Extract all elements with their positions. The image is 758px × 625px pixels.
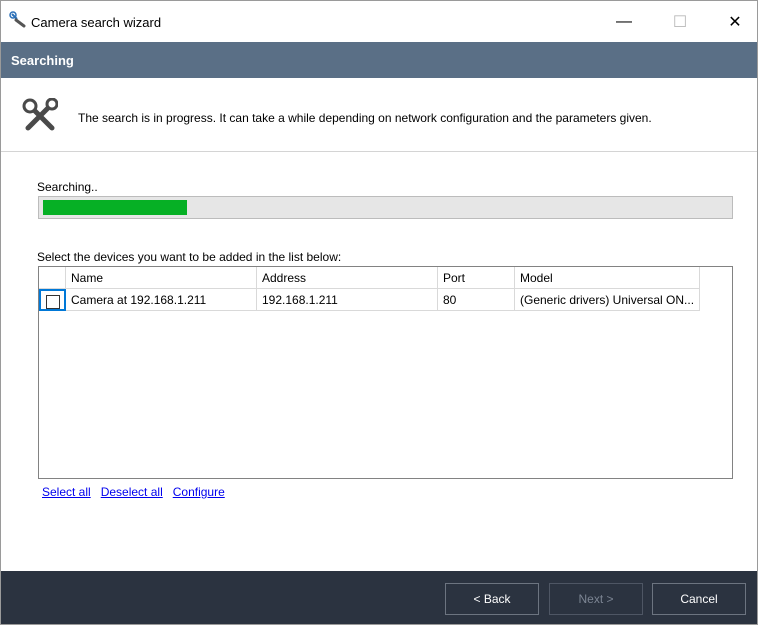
select-all-link[interactable]: Select all [42, 485, 91, 499]
header-checkbox-column [39, 267, 66, 289]
search-progress-bar [38, 196, 733, 219]
step-description-band: The search is in progress. It can take a… [1, 78, 757, 152]
progress-fill [43, 200, 187, 215]
table-row[interactable]: Camera at 192.168.1.211 192.168.1.211 80… [39, 289, 700, 311]
device-model[interactable]: (Generic drivers) Universal ON... [515, 289, 700, 311]
minimize-icon: — [616, 12, 632, 30]
column-header-model[interactable]: Model [515, 267, 700, 289]
tools-icon [22, 98, 58, 131]
device-port[interactable]: 80 [438, 289, 515, 311]
table-header: Name Address Port Model [39, 267, 700, 289]
row-checkbox-cell[interactable] [39, 289, 66, 311]
device-checkbox[interactable] [46, 295, 60, 309]
column-header-port[interactable]: Port [438, 267, 515, 289]
step-title: Searching [11, 53, 74, 68]
window-title: Camera search wizard [31, 15, 162, 30]
device-address[interactable]: 192.168.1.211 [257, 289, 438, 311]
search-status-label: Searching.. [37, 180, 98, 194]
minimize-button[interactable]: — [602, 1, 646, 42]
next-button[interactable]: Next > [549, 583, 643, 615]
maximize-icon: ☐ [672, 13, 688, 31]
camera-search-wizard-window: Camera search wizard — ☐ ✕ Searching The… [0, 0, 758, 625]
column-header-address[interactable]: Address [257, 267, 438, 289]
step-description: The search is in progress. It can take a… [78, 111, 652, 125]
wizard-footer: < Back Next > Cancel [1, 571, 757, 624]
wrench-icon [9, 11, 26, 28]
cancel-button[interactable]: Cancel [652, 583, 746, 615]
configure-link[interactable]: Configure [173, 485, 225, 499]
selection-links: Select all Deselect all Configure [42, 485, 235, 499]
back-button[interactable]: < Back [445, 583, 539, 615]
device-table: Name Address Port Model Camera at 192.16… [38, 266, 733, 479]
close-icon: ✕ [728, 13, 742, 31]
title-bar: Camera search wizard — ☐ ✕ [1, 1, 757, 42]
maximize-button[interactable]: ☐ [658, 1, 702, 42]
device-list-label: Select the devices you want to be added … [37, 250, 342, 264]
device-name[interactable]: Camera at 192.168.1.211 [66, 289, 257, 311]
deselect-all-link[interactable]: Deselect all [101, 485, 163, 499]
column-header-name[interactable]: Name [66, 267, 257, 289]
close-button[interactable]: ✕ [713, 1, 757, 42]
step-header: Searching [1, 42, 757, 78]
